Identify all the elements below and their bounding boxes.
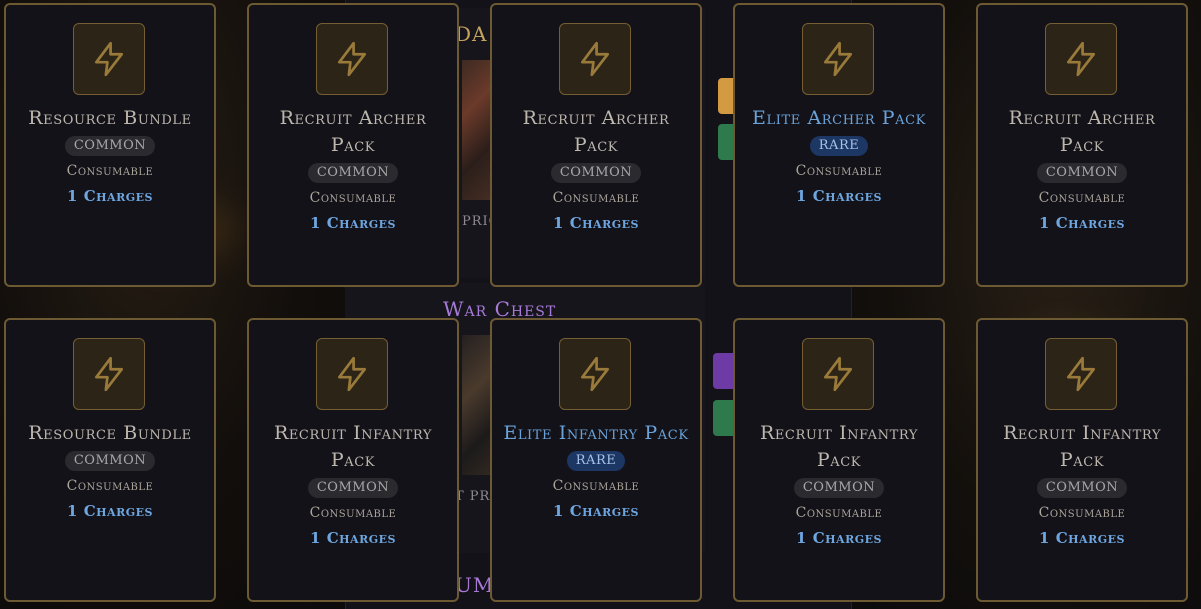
rarity-badge: COMMON (550, 163, 642, 183)
item-charges: 1 Charges (1039, 529, 1125, 547)
lightning-bolt-icon (316, 23, 388, 95)
item-charges: 1 Charges (553, 502, 639, 520)
rarity-badge: RARE (566, 451, 626, 471)
rarity-badge: COMMON (307, 163, 399, 183)
item-charges: 1 Charges (796, 187, 882, 205)
item-card[interactable]: Elite Infantry Pack RARE Consumable 1 Charg… (490, 318, 702, 602)
item-name: Recruit Archer Pack (1008, 107, 1156, 156)
item-name: Elite Archer Pack (752, 107, 926, 129)
rarity-badge: COMMON (64, 136, 156, 156)
rarity-badge: COMMON (1036, 478, 1128, 498)
item-card[interactable]: Recruit Archer Pack COMMON Consumable 1 Cha… (490, 3, 702, 287)
lightning-bolt-icon (73, 338, 145, 410)
item-charges: 1 Charges (67, 187, 153, 205)
item-card[interactable]: Elite Archer Pack RARE Consumable 1 Charges (733, 3, 945, 287)
lightning-bolt-icon (1045, 338, 1117, 410)
lightning-bolt-icon (802, 338, 874, 410)
item-name: Recruit Archer Pack (522, 107, 670, 156)
item-name: Resource Bundle (28, 422, 192, 444)
item-type: Consumable (66, 478, 154, 494)
lightning-bolt-icon (1045, 23, 1117, 95)
item-type: Consumable (1038, 190, 1126, 206)
item-type: Consumable (309, 505, 397, 521)
item-type: Consumable (552, 478, 640, 494)
side-action-button[interactable] (713, 353, 733, 389)
item-card[interactable]: Recruit Archer Pack COMMON Consumable 1 Cha… (976, 3, 1188, 287)
item-card[interactable]: Recruit Archer Pack COMMON Consumable 1 Cha… (247, 3, 459, 287)
item-charges: 1 Charges (553, 214, 639, 232)
item-type: Consumable (1038, 505, 1126, 521)
item-card[interactable]: Recruit Infantry Pack COMMON Consumable 1 C… (247, 318, 459, 602)
item-name: Recruit Infantry Pack (273, 422, 433, 471)
item-type: Consumable (795, 163, 883, 179)
side-action-button[interactable] (713, 400, 733, 436)
lightning-bolt-icon (316, 338, 388, 410)
item-charges: 1 Charges (310, 214, 396, 232)
section-title: DA (455, 22, 488, 46)
item-card[interactable]: Resource Bundle COMMON Consumable 1 Charges (4, 318, 216, 602)
rarity-badge: COMMON (64, 451, 156, 471)
item-type: Consumable (795, 505, 883, 521)
item-name: Recruit Infantry Pack (1002, 422, 1162, 471)
item-type: Consumable (66, 163, 154, 179)
rarity-badge: COMMON (1036, 163, 1128, 183)
item-card[interactable]: Recruit Infantry Pack COMMON Consumable 1 C… (976, 318, 1188, 602)
rarity-badge: COMMON (793, 478, 885, 498)
item-type: Consumable (309, 190, 397, 206)
item-charges: 1 Charges (1039, 214, 1125, 232)
item-name: Recruit Infantry Pack (759, 422, 919, 471)
item-name: Elite Infantry Pack (503, 422, 689, 444)
item-type: Consumable (552, 190, 640, 206)
item-name: Resource Bundle (28, 107, 192, 129)
lightning-bolt-icon (73, 23, 145, 95)
lightning-bolt-icon (559, 338, 631, 410)
item-charges: 1 Charges (310, 529, 396, 547)
lightning-bolt-icon (802, 23, 874, 95)
item-charges: 1 Charges (67, 502, 153, 520)
rarity-badge: COMMON (307, 478, 399, 498)
lightning-bolt-icon (559, 23, 631, 95)
item-card[interactable]: Recruit Infantry Pack COMMON Consumable 1 C… (733, 318, 945, 602)
item-charges: 1 Charges (796, 529, 882, 547)
item-card[interactable]: Resource Bundle COMMON Consumable 1 Charges (4, 3, 216, 287)
item-name: Recruit Archer Pack (279, 107, 427, 156)
rarity-badge: RARE (809, 136, 869, 156)
